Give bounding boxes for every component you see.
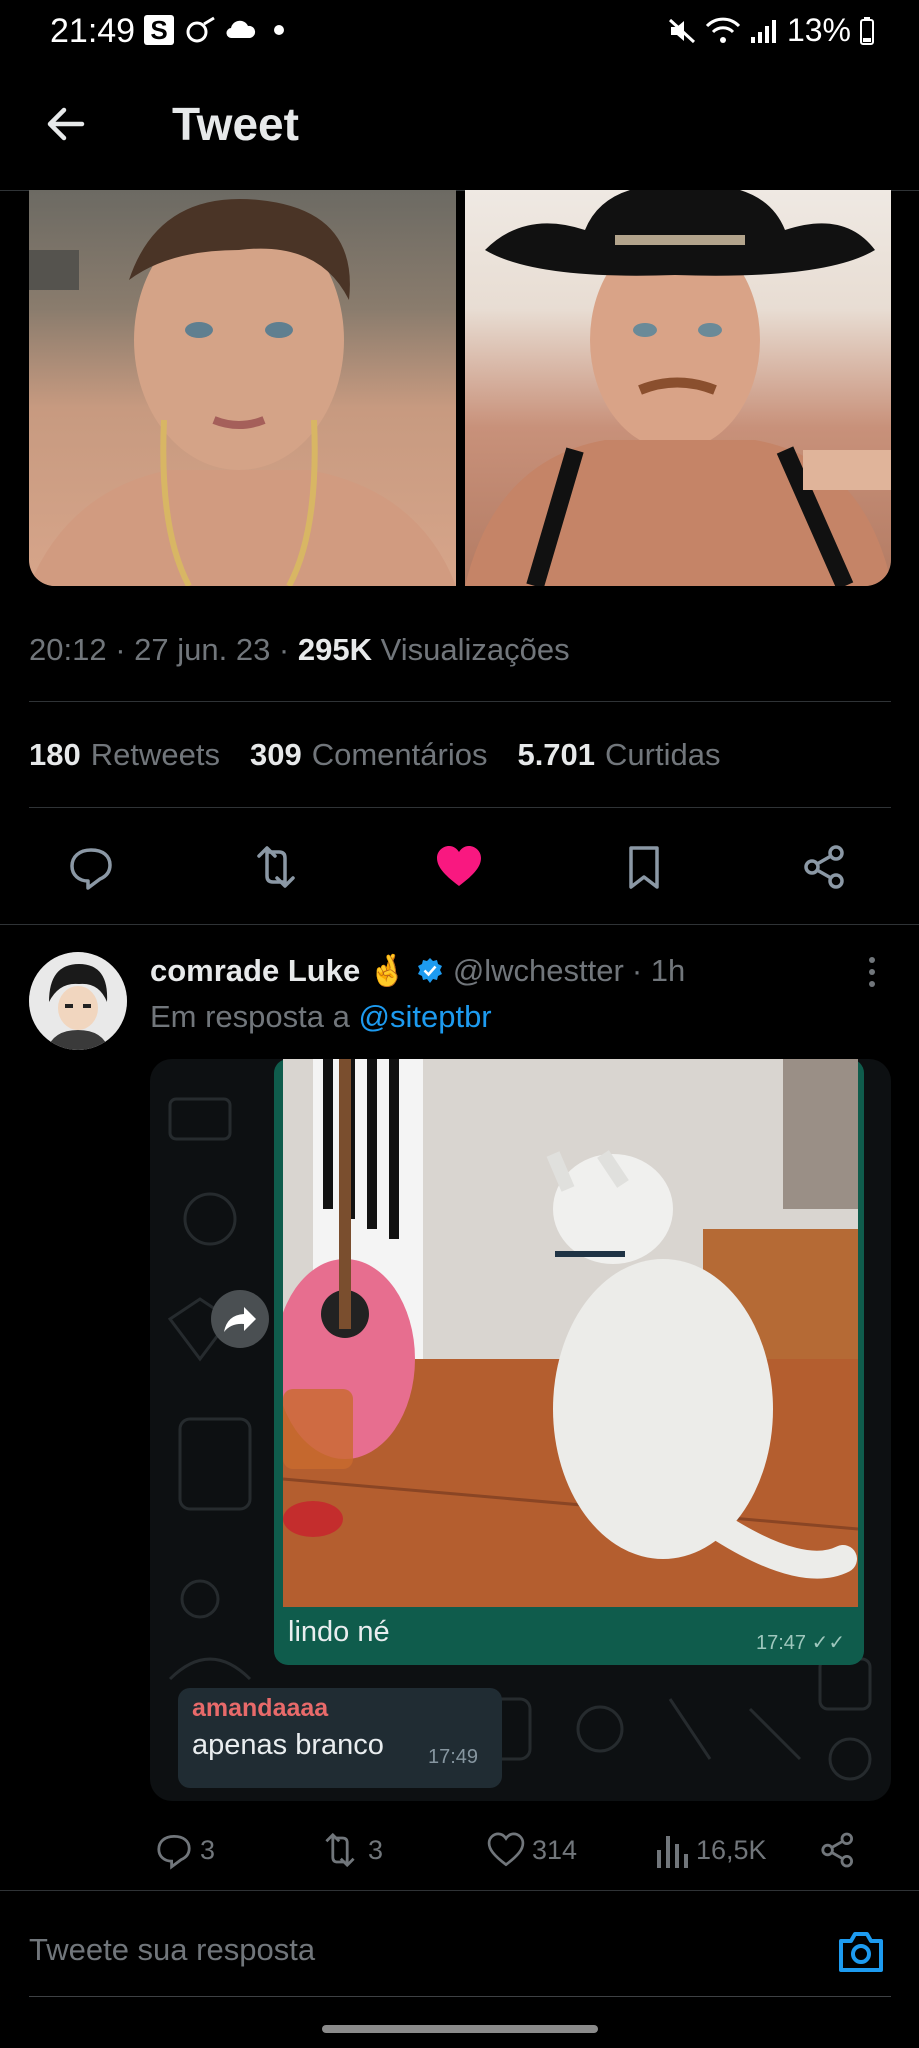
tweet-image-1[interactable]: [29, 190, 456, 586]
reply-like-button[interactable]: 314: [486, 1830, 577, 1870]
tweet-meta: 20:12 · 27 jun. 23 · 295K Visualizações: [29, 632, 570, 667]
author-handle[interactable]: @lwchestter: [453, 953, 624, 989]
views-label: Visualizações: [380, 632, 570, 667]
tweet-media[interactable]: [29, 190, 891, 586]
cat-photo[interactable]: [283, 1059, 858, 1607]
back-button[interactable]: [42, 100, 90, 148]
comments-stat[interactable]: 309 Comentários: [250, 737, 487, 773]
retweet-icon: [257, 846, 295, 888]
comment-icon: [157, 1834, 191, 1870]
reply-to-link[interactable]: @siteptbr: [359, 999, 492, 1034]
outgoing-message-time: 17:47 ✓✓: [756, 1632, 846, 1654]
verified-badge-icon: [417, 957, 442, 983]
camera-icon: [839, 1932, 883, 1972]
battery-percent: 13%: [786, 12, 851, 48]
reply-author[interactable]: comrade Luke 🤞 @lwchestter · 1h: [150, 952, 685, 989]
divider: [29, 807, 891, 808]
status-right: 13%: [667, 12, 875, 49]
retweet-icon: [325, 1832, 355, 1868]
notification-icon: [184, 16, 218, 44]
cloud-icon: [224, 18, 256, 40]
outgoing-message-text: lindo né: [288, 1616, 390, 1648]
double-check-icon: ✓✓: [811, 1632, 846, 1654]
wifi-icon: [705, 17, 741, 43]
s-badge-icon: S: [144, 15, 174, 45]
tweet-stats: 180 Retweets 309 Comentários 5.701 Curtidas: [29, 737, 720, 773]
reply-retweet-button[interactable]: 3: [318, 1830, 383, 1870]
tweet-date: 27 jun. 23: [134, 632, 271, 667]
reply-input[interactable]: Tweete sua resposta: [29, 1932, 315, 1968]
share-icon: [804, 845, 844, 889]
heart-filled-icon: [437, 846, 481, 886]
divider: [29, 701, 891, 702]
incoming-sender-name: amandaaaa: [192, 1694, 329, 1722]
dot-icon: [274, 25, 284, 35]
page-title: Tweet: [172, 98, 299, 150]
retweets-stat[interactable]: 180 Retweets: [29, 737, 220, 773]
bookmark-icon: [629, 846, 659, 889]
camera-button[interactable]: [836, 1929, 886, 1975]
comment-icon: [70, 848, 112, 890]
share-icon: [821, 1832, 853, 1868]
compose-divider: [0, 1890, 919, 1891]
divider: [0, 924, 919, 925]
reply-share-button[interactable]: [818, 1830, 858, 1870]
bookmark-button[interactable]: [619, 842, 669, 892]
likes-stat[interactable]: 5.701 Curtidas: [517, 737, 720, 773]
reply-views-button[interactable]: 16,5K: [654, 1830, 767, 1870]
views-count: 295K: [297, 632, 372, 667]
more-button[interactable]: [862, 955, 882, 989]
reply-to: Em resposta a @siteptbr: [150, 999, 492, 1034]
forward-icon: [224, 1307, 256, 1332]
home-indicator[interactable]: [322, 2025, 598, 2033]
incoming-message-text: apenas branco: [192, 1729, 384, 1761]
reply-age: · 1h: [631, 952, 686, 988]
battery-icon: [860, 16, 874, 45]
retweet-button[interactable]: [249, 842, 303, 892]
app-header: [0, 62, 919, 191]
mute-icon: [668, 18, 695, 43]
arrow-left-icon: [47, 107, 85, 141]
forward-button[interactable]: [211, 1290, 269, 1348]
signal-icon: [750, 19, 776, 43]
views-chart-icon: [657, 1836, 688, 1868]
share-button[interactable]: [800, 842, 850, 892]
crossed-fingers-emoji: 🤞: [368, 953, 407, 988]
reply-comment-button[interactable]: 3: [154, 1830, 215, 1870]
reply-actions: 3 3 314 16,5K: [150, 1830, 891, 1874]
tweet-image-2[interactable]: [464, 190, 891, 586]
incoming-message-time: 17:49: [428, 1746, 479, 1768]
more-vertical-icon: [869, 957, 875, 987]
heart-icon: [487, 1832, 525, 1867]
author-name[interactable]: comrade Luke: [150, 953, 360, 989]
like-button[interactable]: [433, 842, 485, 892]
tweet-time: 20:12: [29, 632, 107, 667]
status-time: 21:49: [50, 12, 136, 50]
compose-underline: [29, 1996, 891, 1997]
reply-button[interactable]: [66, 842, 116, 892]
avatar[interactable]: [29, 952, 127, 1050]
